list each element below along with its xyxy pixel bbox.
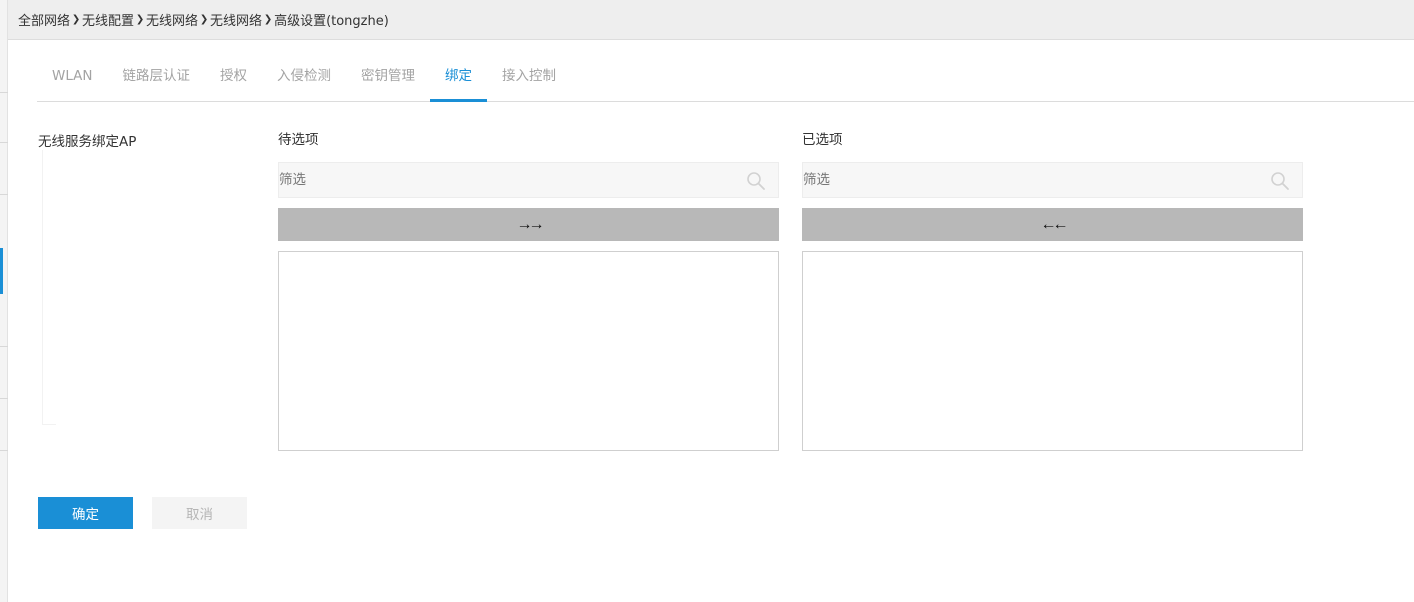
rail-divider: [0, 398, 8, 399]
selected-title: 已选项: [802, 132, 843, 148]
rail-divider: [0, 194, 8, 195]
tab-key-management[interactable]: 密钥管理: [346, 58, 430, 101]
confirm-button[interactable]: 确定: [38, 497, 133, 529]
chevron-right-icon: ❯: [263, 14, 273, 25]
breadcrumb-item[interactable]: 全部网络: [18, 10, 70, 29]
chevron-right-icon: ❯: [135, 14, 145, 25]
breadcrumb: 全部网络 ❯ 无线配置 ❯ 无线网络 ❯ 无线网络 ❯ 高级设置(tongzhe…: [8, 0, 1414, 40]
available-title: 待选项: [278, 132, 319, 148]
available-filter-input[interactable]: [279, 163, 719, 197]
tab-binding[interactable]: 绑定: [430, 58, 488, 102]
tab-link-auth[interactable]: 链路层认证: [108, 58, 206, 101]
rail-divider: [0, 142, 8, 143]
breadcrumb-current: 高级设置(tongzhe): [274, 14, 389, 29]
chevron-right-icon: ❯: [199, 14, 209, 25]
tab-access-control[interactable]: 接入控制: [487, 58, 571, 101]
tab-authorization[interactable]: 授权: [205, 58, 262, 101]
breadcrumb-item[interactable]: 无线网络: [146, 10, 198, 29]
tab-intrusion-detection[interactable]: 入侵检测: [262, 58, 346, 101]
breadcrumb-item[interactable]: 无线网络: [210, 10, 262, 29]
search-icon[interactable]: [746, 171, 766, 191]
available-list[interactable]: [278, 251, 779, 451]
rail-divider: [0, 92, 8, 93]
selected-filter-input[interactable]: [803, 163, 1243, 197]
field-guide-line: [42, 150, 56, 425]
rail-divider: [0, 346, 8, 347]
tab-wlan[interactable]: WLAN: [37, 58, 108, 101]
breadcrumb-item[interactable]: 无线配置: [82, 10, 134, 29]
move-to-available-button[interactable]: ←←: [802, 208, 1303, 241]
move-to-selected-button[interactable]: →→: [278, 208, 779, 241]
available-filter: [278, 162, 779, 198]
selected-list[interactable]: [802, 251, 1303, 451]
rail-active-indicator: [0, 248, 3, 294]
left-rail: [0, 0, 8, 602]
rail-divider: [0, 450, 8, 451]
cancel-button[interactable]: 取消: [152, 497, 247, 529]
field-label: 无线服务绑定AP: [38, 134, 137, 150]
tab-bar: WLAN 链路层认证 授权 入侵检测 密钥管理 绑定 接入控制: [37, 58, 1414, 102]
search-icon[interactable]: [1270, 171, 1290, 191]
chevron-right-icon: ❯: [71, 14, 81, 25]
selected-filter: [802, 162, 1303, 198]
